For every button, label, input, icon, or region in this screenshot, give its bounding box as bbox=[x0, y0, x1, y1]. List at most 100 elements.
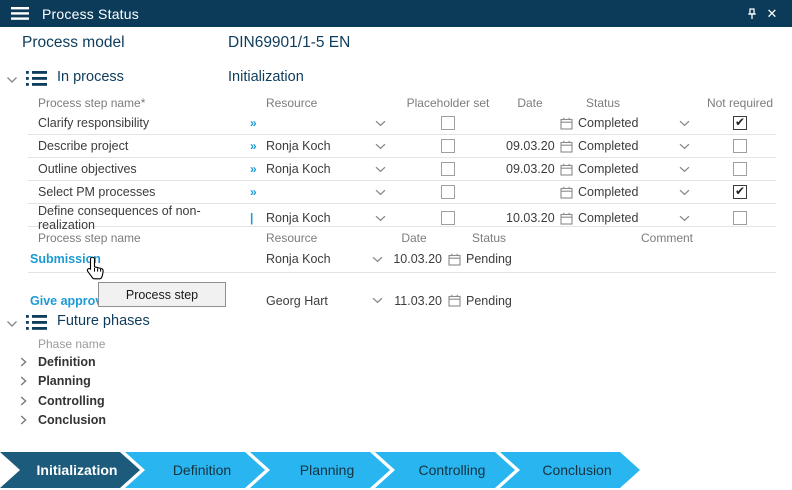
in-process-section-label: In process bbox=[57, 69, 124, 85]
list-icon bbox=[26, 315, 47, 330]
in-process-phase-name: Initialization bbox=[228, 69, 304, 85]
status-dropdown-icon[interactable] bbox=[664, 120, 704, 127]
calendar-icon[interactable] bbox=[554, 163, 578, 176]
future-phase-planning[interactable]: Planning bbox=[0, 372, 106, 392]
status-value[interactable]: Completed bbox=[578, 139, 664, 153]
window-titlebar: Process Status ✕ bbox=[0, 0, 792, 27]
phase-arrow-initialization[interactable]: Initialization bbox=[0, 452, 140, 488]
phase-arrow-planning[interactable]: Planning bbox=[250, 452, 390, 488]
resource-dropdown-icon[interactable] bbox=[368, 256, 386, 263]
status-dropdown-icon[interactable] bbox=[664, 189, 704, 196]
hamburger-menu-icon[interactable] bbox=[10, 4, 30, 24]
expand-icon[interactable] bbox=[20, 376, 38, 386]
resource-value[interactable]: Ronja Koch bbox=[250, 252, 368, 266]
table-row: Define consequences of non-realization |… bbox=[28, 204, 776, 227]
not-required-checkbox[interactable] bbox=[733, 211, 747, 225]
table-row: Describe project » Ronja Koch 09.03.20 C… bbox=[28, 135, 776, 158]
status-dropdown-icon[interactable] bbox=[664, 215, 704, 222]
resource-dropdown-icon[interactable] bbox=[370, 143, 390, 150]
hand-cursor-icon bbox=[85, 256, 106, 282]
calendar-icon[interactable] bbox=[554, 140, 578, 153]
placeholder-checkbox[interactable] bbox=[441, 211, 455, 225]
future-phase-list: Definition Planning Controlling Conclusi… bbox=[0, 352, 106, 430]
not-required-checkbox[interactable] bbox=[733, 162, 747, 176]
status-value[interactable]: Completed bbox=[578, 116, 664, 130]
expand-icon[interactable] bbox=[20, 396, 38, 406]
process-model-label: Process model bbox=[22, 34, 125, 52]
resource-value[interactable]: Ronja Koch bbox=[266, 162, 370, 176]
pin-icon[interactable] bbox=[742, 4, 762, 24]
calendar-icon[interactable] bbox=[554, 186, 578, 199]
jump-link-icon[interactable]: » bbox=[250, 162, 266, 176]
col-status: Status bbox=[466, 231, 558, 245]
status-dropdown-icon[interactable] bbox=[664, 143, 704, 150]
resource-dropdown-icon[interactable] bbox=[368, 297, 386, 304]
resource-value[interactable]: Georg Hart bbox=[250, 294, 368, 308]
jump-link-icon[interactable]: » bbox=[250, 139, 266, 153]
step-name: Clarify responsibility bbox=[28, 116, 250, 130]
not-required-checkbox[interactable] bbox=[733, 185, 747, 199]
not-required-checkbox[interactable] bbox=[733, 116, 747, 130]
resource-dropdown-icon[interactable] bbox=[370, 120, 390, 127]
status-value[interactable]: Completed bbox=[578, 185, 664, 199]
status-value[interactable]: Completed bbox=[578, 211, 664, 225]
col-placeholder-set: Placeholder set bbox=[390, 96, 506, 110]
table-row: Submission Ronja Koch 10.03.20 Pending bbox=[28, 246, 776, 273]
date-value[interactable]: 10.03.20 bbox=[506, 211, 554, 225]
calendar-icon[interactable] bbox=[442, 294, 466, 307]
phase-arrow-controlling[interactable]: Controlling bbox=[375, 452, 515, 488]
date-value[interactable]: 11.03.20 bbox=[386, 294, 442, 308]
status-dropdown-icon[interactable] bbox=[664, 166, 704, 173]
table-row: Outline objectives » Ronja Koch 09.03.20… bbox=[28, 158, 776, 181]
text-cursor-marker[interactable]: | bbox=[250, 211, 266, 225]
expand-icon[interactable] bbox=[20, 415, 38, 425]
window-title: Process Status bbox=[42, 6, 139, 22]
submission-link[interactable]: Submission bbox=[28, 252, 250, 266]
in-process-table: Process step name* Resource Placeholder … bbox=[28, 93, 776, 227]
date-value[interactable]: 09.03.20 bbox=[506, 162, 554, 176]
jump-link-icon[interactable]: » bbox=[250, 185, 266, 199]
future-phase-conclusion[interactable]: Conclusion bbox=[0, 411, 106, 431]
col-not-required: Not required bbox=[704, 96, 776, 110]
future-phases-section-label: Future phases bbox=[57, 313, 150, 329]
section-collapse-icon[interactable] bbox=[6, 76, 18, 84]
col-process-step-name: Process step name* bbox=[28, 96, 250, 110]
close-icon[interactable]: ✕ bbox=[762, 4, 782, 24]
jump-link-icon[interactable]: » bbox=[250, 116, 266, 130]
placeholder-checkbox[interactable] bbox=[441, 185, 455, 199]
placeholder-checkbox[interactable] bbox=[441, 116, 455, 130]
status-value: Pending bbox=[466, 252, 558, 266]
table-header-row: Process step name* Resource Placeholder … bbox=[28, 93, 776, 112]
phase-progress-bar: Initialization Definition Planning Contr… bbox=[0, 452, 640, 488]
list-icon bbox=[26, 71, 47, 86]
placeholder-checkbox[interactable] bbox=[441, 162, 455, 176]
phase-arrow-definition[interactable]: Definition bbox=[125, 452, 265, 488]
step-name: Select PM processes bbox=[28, 185, 250, 199]
expand-icon[interactable] bbox=[20, 357, 38, 367]
col-process-step-name: Process step name bbox=[28, 231, 250, 245]
tooltip: Process step bbox=[98, 282, 226, 307]
table-row: Select PM processes » Completed bbox=[28, 181, 776, 204]
future-phase-definition[interactable]: Definition bbox=[0, 352, 106, 372]
section-collapse-icon[interactable] bbox=[6, 320, 18, 328]
status-value: Pending bbox=[466, 294, 558, 308]
col-date: Date bbox=[386, 231, 442, 245]
calendar-icon[interactable] bbox=[442, 253, 466, 266]
step-name: Outline objectives bbox=[28, 162, 250, 176]
placeholder-checkbox[interactable] bbox=[441, 139, 455, 153]
process-model-value[interactable]: DIN69901/1-5 EN bbox=[228, 34, 350, 52]
calendar-icon[interactable] bbox=[554, 117, 578, 130]
col-date: Date bbox=[506, 96, 554, 110]
calendar-icon[interactable] bbox=[554, 212, 578, 225]
status-value[interactable]: Completed bbox=[578, 162, 664, 176]
date-value[interactable]: 10.03.20 bbox=[386, 252, 442, 266]
resource-dropdown-icon[interactable] bbox=[370, 215, 390, 222]
phase-arrow-conclusion[interactable]: Conclusion bbox=[500, 452, 640, 488]
future-phase-controlling[interactable]: Controlling bbox=[0, 391, 106, 411]
not-required-checkbox[interactable] bbox=[733, 139, 747, 153]
date-value[interactable]: 09.03.20 bbox=[506, 139, 554, 153]
resource-dropdown-icon[interactable] bbox=[370, 189, 390, 196]
resource-dropdown-icon[interactable] bbox=[370, 166, 390, 173]
resource-value[interactable]: Ronja Koch bbox=[266, 211, 370, 225]
resource-value[interactable]: Ronja Koch bbox=[266, 139, 370, 153]
